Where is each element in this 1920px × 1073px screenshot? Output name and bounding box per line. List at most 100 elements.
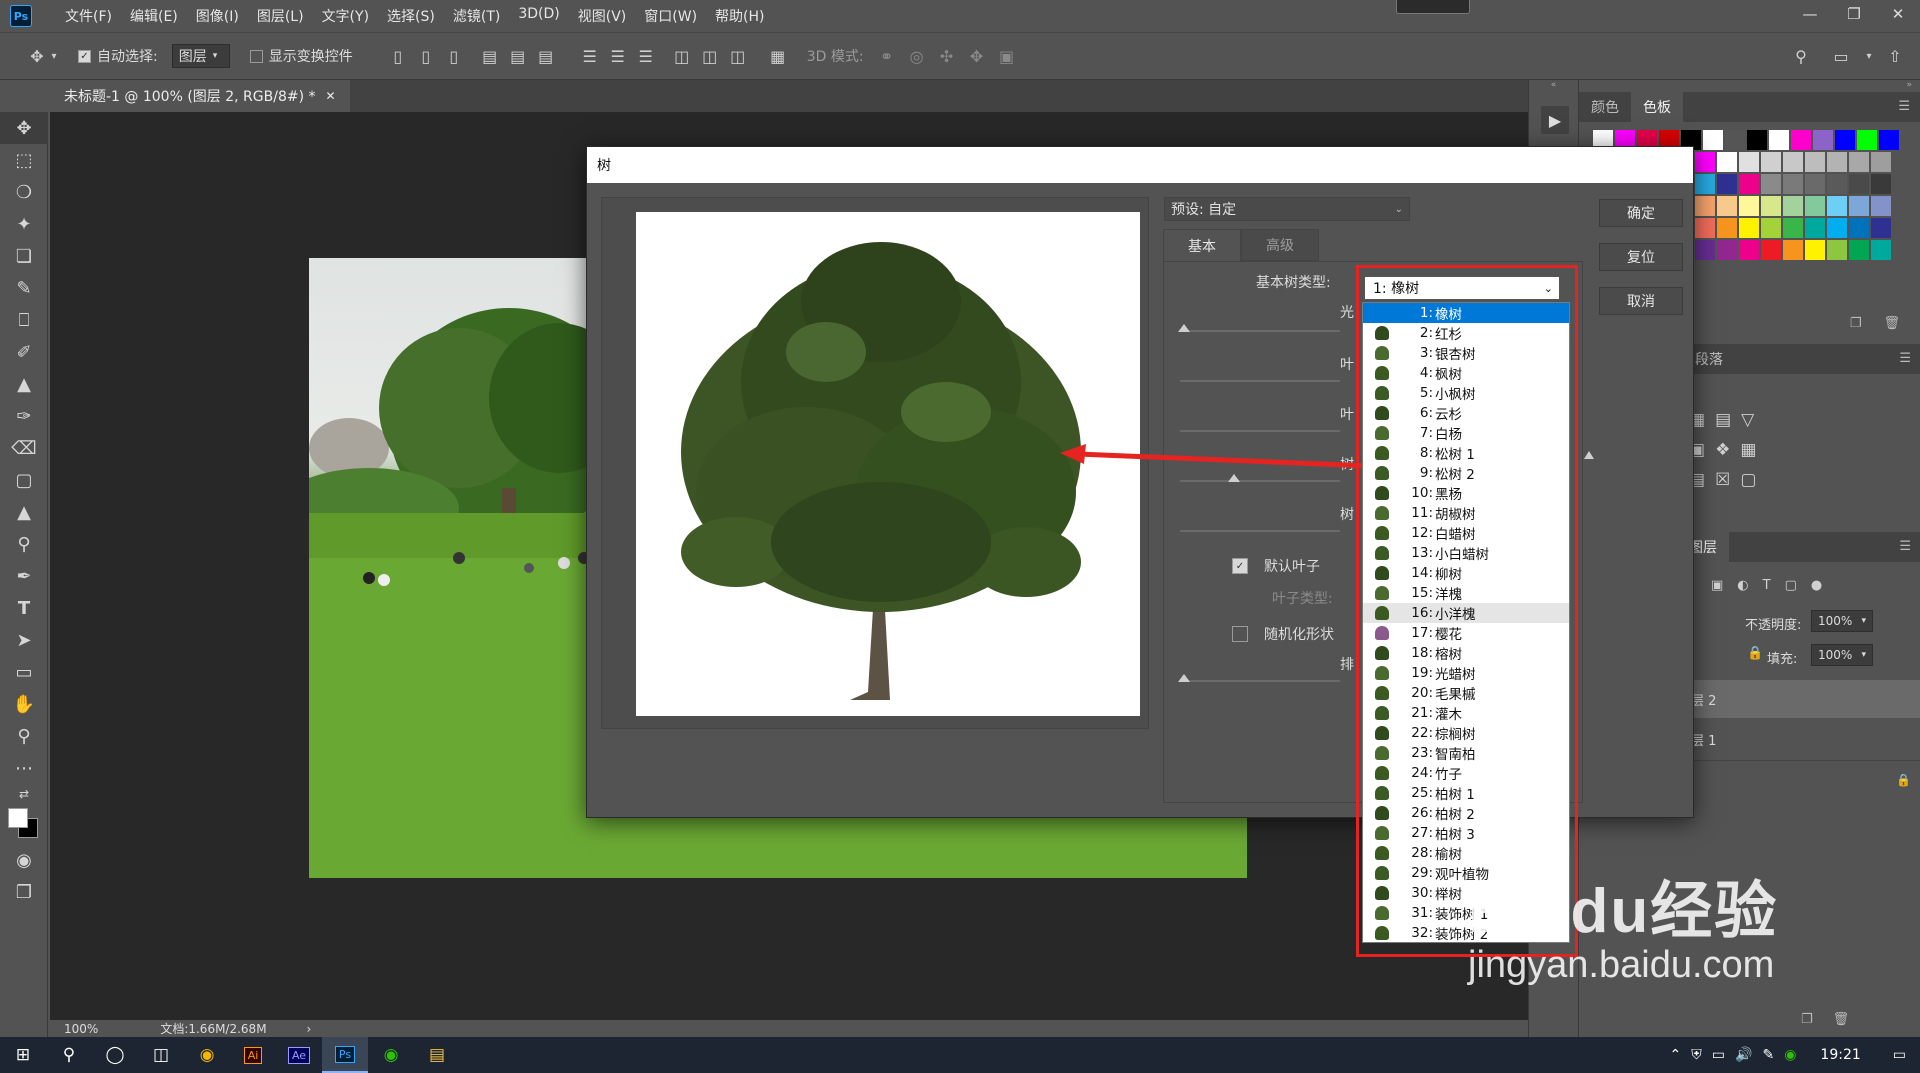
tab-swatches[interactable]: 色板 [1631, 92, 1683, 122]
color-swatch[interactable] [1827, 218, 1847, 238]
menu-item[interactable]: 窗口(W) [635, 6, 706, 26]
chevron-right-icon[interactable]: › [307, 1022, 312, 1036]
move-tool-icon[interactable]: ✥ [0, 112, 48, 144]
tab-color[interactable]: 颜色 [1579, 92, 1631, 122]
color-swatch[interactable] [1849, 152, 1869, 172]
color-swatch[interactable] [1695, 196, 1715, 216]
slider-handle[interactable] [1178, 674, 1190, 682]
adjustment-filter-icon[interactable]: ◐ [1737, 578, 1748, 593]
reset-button[interactable]: 复位 [1599, 243, 1683, 271]
menu-item[interactable]: 滤镜(T) [444, 6, 509, 26]
color-swatch[interactable] [1827, 196, 1847, 216]
color-swatch[interactable] [1739, 196, 1759, 216]
healing-brush-tool-icon[interactable]: ⎕ [0, 304, 48, 336]
slider-track[interactable] [1180, 530, 1340, 532]
show-transform-checkbox[interactable] [249, 49, 263, 63]
color-swatch[interactable] [1871, 196, 1891, 216]
stamp-tool-icon[interactable]: ▲ [0, 368, 48, 400]
color-swatch[interactable] [1827, 240, 1847, 260]
trash-icon[interactable]: 🗑 [1833, 1012, 1850, 1027]
randomize-shape-checkbox[interactable] [1232, 626, 1248, 642]
screen-mode-icon[interactable]: ❐ [0, 876, 48, 908]
color-swatch[interactable] [1717, 240, 1737, 260]
new-swatch-icon[interactable]: ❐ [1850, 316, 1862, 331]
align-left-icon[interactable]: ▤ [479, 45, 501, 67]
eyedropper-tool-icon[interactable]: ✎ [0, 272, 48, 304]
auto-select-dropdown[interactable]: 图层 ▾ [171, 44, 230, 68]
color-swatch[interactable] [1769, 130, 1789, 150]
photoshop-taskbar-icon[interactable]: Ps [322, 1037, 368, 1073]
pen-icon[interactable]: ✎ [1762, 1047, 1774, 1063]
color-swatch[interactable] [1717, 218, 1737, 238]
menu-item[interactable]: 图像(I) [187, 6, 248, 26]
color-swatch[interactable] [1695, 240, 1715, 260]
notification-icon[interactable]: ▭ [1893, 1047, 1906, 1063]
rectangle-tool-icon[interactable]: ▭ [0, 656, 48, 688]
file-explorer-icon[interactable]: ▤ [414, 1037, 460, 1073]
volume-icon[interactable]: 🔊 [1735, 1047, 1752, 1063]
slider-track[interactable] [1180, 480, 1340, 482]
color-swatch[interactable] [1739, 218, 1759, 238]
share-icon[interactable]: ⇧ [1884, 45, 1906, 67]
color-swatch[interactable] [1827, 174, 1847, 194]
align-bottom-icon[interactable]: ▯ [443, 45, 465, 67]
after-effects-icon[interactable]: Ae [276, 1037, 322, 1073]
color-swatch[interactable] [1761, 218, 1781, 238]
panel-menu-icon[interactable]: ☰ [1889, 539, 1920, 562]
color-swatch[interactable] [1827, 152, 1847, 172]
color-swatch[interactable] [1725, 130, 1745, 150]
clock[interactable]: 19:21 [1820, 1047, 1860, 1063]
crop-tool-icon[interactable]: ❏ [0, 240, 48, 272]
distribute-bottom-icon[interactable]: ☰ [635, 45, 657, 67]
tab-advanced[interactable]: 高级 [1241, 229, 1319, 261]
swap-colors-icon[interactable]: ⇄ [0, 784, 48, 804]
slider-track[interactable] [1180, 680, 1340, 682]
distribute-vcenter-icon[interactable]: ☰ [607, 45, 629, 67]
network-icon[interactable]: ▭ [1712, 1047, 1725, 1063]
windows-start-icon[interactable]: ⊞ [0, 1037, 46, 1073]
color-swatch[interactable] [1783, 196, 1803, 216]
eraser-tool-icon[interactable]: ⌫ [0, 432, 48, 464]
align-top-icon[interactable]: ▯ [387, 45, 409, 67]
color-swatch[interactable] [1857, 130, 1877, 150]
gradient-map-icon[interactable]: ▽ [1741, 410, 1754, 430]
color-swatch[interactable] [1849, 240, 1869, 260]
color-swatch[interactable] [1805, 152, 1825, 172]
menu-item[interactable]: 选择(S) [378, 6, 444, 26]
layer-row-selected[interactable]: 层 2 [1679, 680, 1920, 718]
play-icon[interactable]: ▶ [1541, 106, 1569, 134]
blur-tool-icon[interactable]: ▲ [0, 496, 48, 528]
color-swatch[interactable] [1871, 174, 1891, 194]
chevron-up-icon[interactable]: ⌃ [1670, 1047, 1682, 1063]
color-swatch[interactable] [1871, 152, 1891, 172]
panel-menu-icon[interactable]: ☰ [1889, 351, 1920, 374]
color-swatch[interactable] [1695, 152, 1715, 172]
distribute-top-icon[interactable]: ☰ [579, 45, 601, 67]
color-swatch[interactable] [1761, 240, 1781, 260]
scrollbar[interactable] [1583, 447, 1595, 787]
task-view-icon[interactable]: ◫ [138, 1037, 184, 1073]
image-filter-icon[interactable]: ▣ [1711, 578, 1723, 593]
default-leaves-checkbox[interactable]: ✓ [1232, 558, 1248, 574]
distribute-right-icon[interactable]: ◫ [727, 45, 749, 67]
menu-item[interactable]: 帮助(H) [706, 6, 773, 26]
color-swatch[interactable] [1717, 196, 1737, 216]
move-tool-icon[interactable]: ✥ [26, 45, 48, 67]
color-swatch[interactable] [1717, 174, 1737, 194]
3d-slide-icon[interactable]: ✥ [966, 45, 988, 67]
3d-roll-icon[interactable]: ◎ [906, 45, 928, 67]
color-swatches[interactable] [0, 804, 48, 844]
pen-tool-icon[interactable]: ✒ [0, 560, 48, 592]
shape-filter-icon[interactable]: ▢ [1785, 578, 1797, 593]
curves-icon[interactable]: ▤ [1715, 410, 1731, 430]
quick-mask-icon[interactable]: ◉ [0, 844, 48, 876]
color-swatch[interactable] [1871, 218, 1891, 238]
trash-icon[interactable]: 🗑 [1883, 316, 1900, 331]
color-swatch[interactable] [1879, 130, 1899, 150]
more-tools-icon[interactable]: ⋯ [0, 752, 48, 784]
collapse-arrows-icon[interactable]: « [1529, 80, 1578, 92]
color-swatch[interactable] [1849, 174, 1869, 194]
color-swatch[interactable] [1695, 174, 1715, 194]
3d-pan-icon[interactable]: ✣ [936, 45, 958, 67]
zoom-tool-icon[interactable]: ⚲ [0, 720, 48, 752]
